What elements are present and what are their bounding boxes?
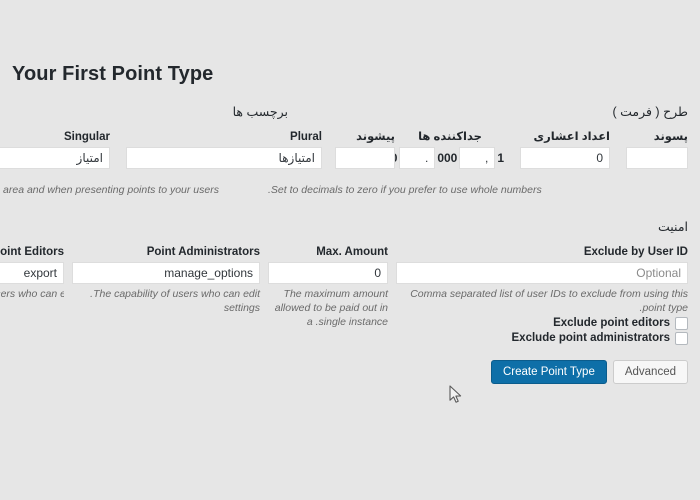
field-singular: Singular <box>0 131 110 169</box>
checkbox-exclude-point-editors[interactable] <box>675 316 688 330</box>
checkbox-label-exclude-point-administrators: Exclude point administrators <box>511 332 670 344</box>
thousands-separator-input[interactable] <box>459 147 496 169</box>
exclude-by-user-id-input[interactable] <box>396 262 688 284</box>
field-label-suffix: پسوند <box>653 131 688 143</box>
field-exclude-by-user-id: Exclude by User ID <box>396 246 688 284</box>
field-label-point-editors: Point Editors <box>0 246 64 258</box>
point-editors-input[interactable] <box>0 262 64 284</box>
page-title: Your First Point Type <box>12 63 214 85</box>
field-label-plural: Plural <box>290 131 322 143</box>
help-text-labels: The singular and plural labels are used … <box>0 184 219 196</box>
help-text-point-administrators: .The capability of users who can edit se… <box>90 288 260 314</box>
checkbox-label-exclude-point-editors: Exclude point editors <box>553 317 670 329</box>
section-heading-security: امنیت <box>658 220 688 234</box>
field-suffix: پسوند <box>626 131 688 169</box>
decimals-input[interactable] <box>520 147 610 169</box>
field-label-decimals: اعداد اعشاری <box>533 131 610 143</box>
point-administrators-input[interactable] <box>72 262 260 284</box>
exclusion-checkbox-group: Exclude point editors Exclude point admi… <box>512 316 688 345</box>
field-label-exclude-by-user-id: Exclude by User ID <box>583 246 688 258</box>
suffix-input[interactable] <box>626 147 688 169</box>
decimal-separator-input[interactable] <box>399 147 436 169</box>
field-max-amount: Max. Amount <box>268 246 388 284</box>
field-label-point-administrators: Point Administrators <box>146 246 260 258</box>
field-point-editors: Point Editors <box>0 246 64 284</box>
mouse-cursor <box>449 385 463 405</box>
checkbox-row-exclude-point-editors[interactable]: Exclude point editors <box>553 316 688 330</box>
create-point-type-button[interactable]: Create Point Type <box>491 360 607 384</box>
field-label-max-amount: Max. Amount <box>316 246 388 258</box>
plural-input[interactable] <box>126 147 322 169</box>
field-prefix: پیشوند <box>335 131 395 169</box>
advanced-button[interactable]: Advanced <box>612 360 688 384</box>
help-text-decimals: .Set to decimals to zero if you prefer t… <box>268 184 542 196</box>
separator-leading-digit: 1 <box>497 151 504 165</box>
max-amount-input[interactable] <box>268 262 388 284</box>
field-decimals: اعداد اعشاری <box>520 131 610 169</box>
checkbox-exclude-point-administrators[interactable] <box>675 331 688 345</box>
field-separators: جداکننده ها 00 000 1 <box>384 131 504 169</box>
field-plural: Plural <box>126 131 322 169</box>
checkbox-row-exclude-point-administrators[interactable]: Exclude point administrators <box>512 331 688 345</box>
prefix-input[interactable] <box>335 147 395 169</box>
admin-screen: Your First Point Type طرح ( فرمت ) برچسب… <box>0 0 700 500</box>
arrow-pointer-icon <box>449 385 462 403</box>
section-heading-format: طرح ( فرمت ) <box>612 105 688 119</box>
help-text-exclude-by-user-id: Comma separated list of user IDs to excl… <box>410 288 688 314</box>
field-label-separators: جداکننده ها <box>418 131 482 143</box>
section-heading-labels: برچسب ها <box>232 105 288 119</box>
separator-thousands-group: 000 <box>437 151 458 165</box>
form-actions: Advanced Create Point Type <box>491 360 688 384</box>
help-text-point-editors: The capability of users who can edit bal… <box>0 288 64 300</box>
singular-input[interactable] <box>0 147 110 169</box>
help-text-max-amount: The maximum amount allowed to be paid ou… <box>274 288 388 328</box>
separators-row: 00 000 1 <box>384 147 504 169</box>
field-label-singular: Singular <box>63 131 110 143</box>
field-label-prefix: پیشوند <box>356 131 395 143</box>
field-point-administrators: Point Administrators <box>72 246 260 284</box>
